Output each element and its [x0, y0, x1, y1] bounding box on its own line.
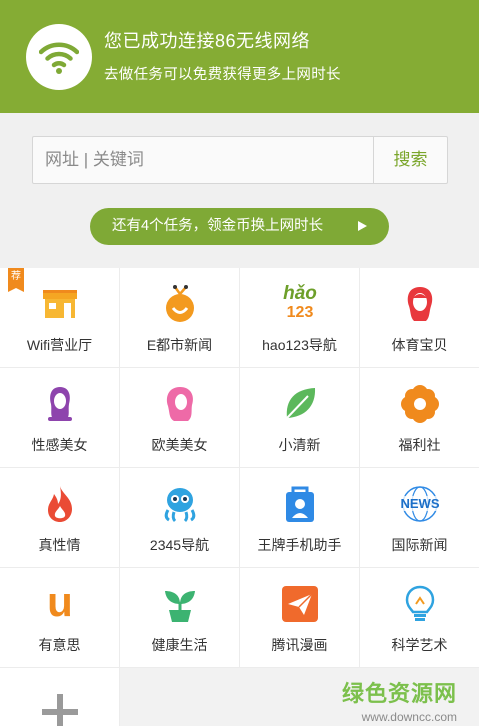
letter-u-icon: u	[47, 578, 73, 625]
grid-item-interesting[interactable]: u 有意思	[0, 568, 120, 668]
connection-status-subtitle: 去做任务可以免费获得更多上网时长	[104, 67, 341, 83]
wifi-icon	[39, 42, 79, 74]
search-input[interactable]	[33, 137, 373, 183]
news-logo-text: NEWS	[396, 496, 444, 511]
grid-item-sports-babe[interactable]: 体育宝贝	[360, 268, 479, 368]
grid-item-phone-assistant[interactable]: 王牌手机助手	[240, 468, 360, 568]
search-section: 搜索 还有4个任务，领金币换上网时长	[0, 113, 479, 268]
grid-item-science-art[interactable]: 科学艺术	[360, 568, 479, 668]
watermark-url: www.downcc.com	[361, 710, 457, 724]
grid-item-label: hao123导航	[262, 337, 337, 353]
grid-item-label: 国际新闻	[391, 537, 448, 553]
wifi-badge	[26, 24, 92, 90]
play-arrow-icon	[358, 221, 367, 231]
shopping-bag-icon	[286, 486, 314, 522]
grid-item-fresh[interactable]: 小清新	[240, 368, 360, 468]
grid-item-label: 真性情	[38, 537, 81, 553]
grid-item-western-beauty[interactable]: 欧美美女	[120, 368, 240, 468]
grid-item-label: 王牌手机助手	[257, 537, 342, 553]
app-grid: 荐 Wifi营业厅 E都市新闻 hǎo 123 hao123导航 体育宝贝 性感…	[0, 268, 479, 726]
leaf-icon	[286, 388, 316, 419]
grid-item-add[interactable]	[0, 668, 120, 726]
hao123-logo-icon: hǎo 123	[276, 284, 324, 324]
grid-item-healthy-life[interactable]: 健康生活	[120, 568, 240, 668]
woman-purple-icon	[48, 387, 72, 421]
grid-item-label: 有意思	[38, 637, 81, 653]
flower-icon	[401, 385, 439, 423]
grid-item-welfare[interactable]: 福利社	[360, 368, 479, 468]
plus-icon	[42, 694, 78, 726]
watermark: 绿色资源网 www.downcc.com	[342, 676, 457, 724]
paper-plane-icon	[282, 586, 318, 622]
grid-item-2345-nav[interactable]: 2345导航	[120, 468, 240, 568]
grid-item-label: E都市新闻	[146, 337, 213, 353]
wifi-status-header: 您已成功连接86无线网络 去做任务可以免费获得更多上网时长	[0, 0, 479, 113]
grid-item-label: Wifi营业厅	[26, 337, 93, 353]
grid-item-label: 性感美女	[31, 437, 88, 453]
storefront-icon	[43, 290, 77, 318]
hao123-logo-top: hǎo	[283, 283, 317, 304]
grid-item-label: 健康生活	[151, 637, 208, 653]
grid-item-label: 欧美美女	[151, 437, 208, 453]
search-button[interactable]: 搜索	[374, 137, 447, 183]
connection-status-title: 您已成功连接86无线网络	[104, 31, 311, 51]
grid-item-label: 2345导航	[149, 537, 210, 553]
grid-item-tencent-comic[interactable]: 腾讯漫画	[240, 568, 360, 668]
sprout-icon	[165, 591, 195, 622]
grid-item-true-feelings[interactable]: 真性情	[0, 468, 120, 568]
grid-item-label: 小清新	[278, 437, 321, 453]
flame-icon	[48, 486, 72, 522]
woman-pink-icon	[166, 387, 193, 421]
grid-item-e-news[interactable]: E都市新闻	[120, 268, 240, 368]
grid-item-label: 体育宝贝	[391, 337, 448, 353]
grid-item-label: 腾讯漫画	[271, 637, 328, 653]
hao123-logo-bottom: 123	[286, 304, 314, 321]
grid-item-wifi-hall[interactable]: 荐 Wifi营业厅	[0, 268, 120, 368]
grid-item-sexy-beauty[interactable]: 性感美女	[0, 368, 120, 468]
grid-item-label: 科学艺术	[391, 637, 448, 653]
search-box: 搜索	[32, 136, 448, 184]
grid-item-hao123[interactable]: hǎo 123 hao123导航	[240, 268, 360, 368]
task-banner-button[interactable]: 还有4个任务，领金币换上网时长	[90, 208, 389, 245]
watermark-title: 绿色资源网	[341, 681, 457, 706]
lightbulb-icon	[405, 585, 435, 621]
news-globe-icon: NEWS	[396, 484, 444, 524]
recommend-badge: 荐	[8, 268, 24, 292]
task-banner-text: 还有4个任务，领金币换上网时长	[112, 218, 324, 234]
grid-item-world-news[interactable]: NEWS 国际新闻	[360, 468, 479, 568]
grid-item-label: 福利社	[398, 437, 441, 453]
e-news-icon	[166, 285, 194, 322]
woman-red-hair-icon	[407, 287, 433, 321]
octopus-icon	[164, 488, 196, 523]
